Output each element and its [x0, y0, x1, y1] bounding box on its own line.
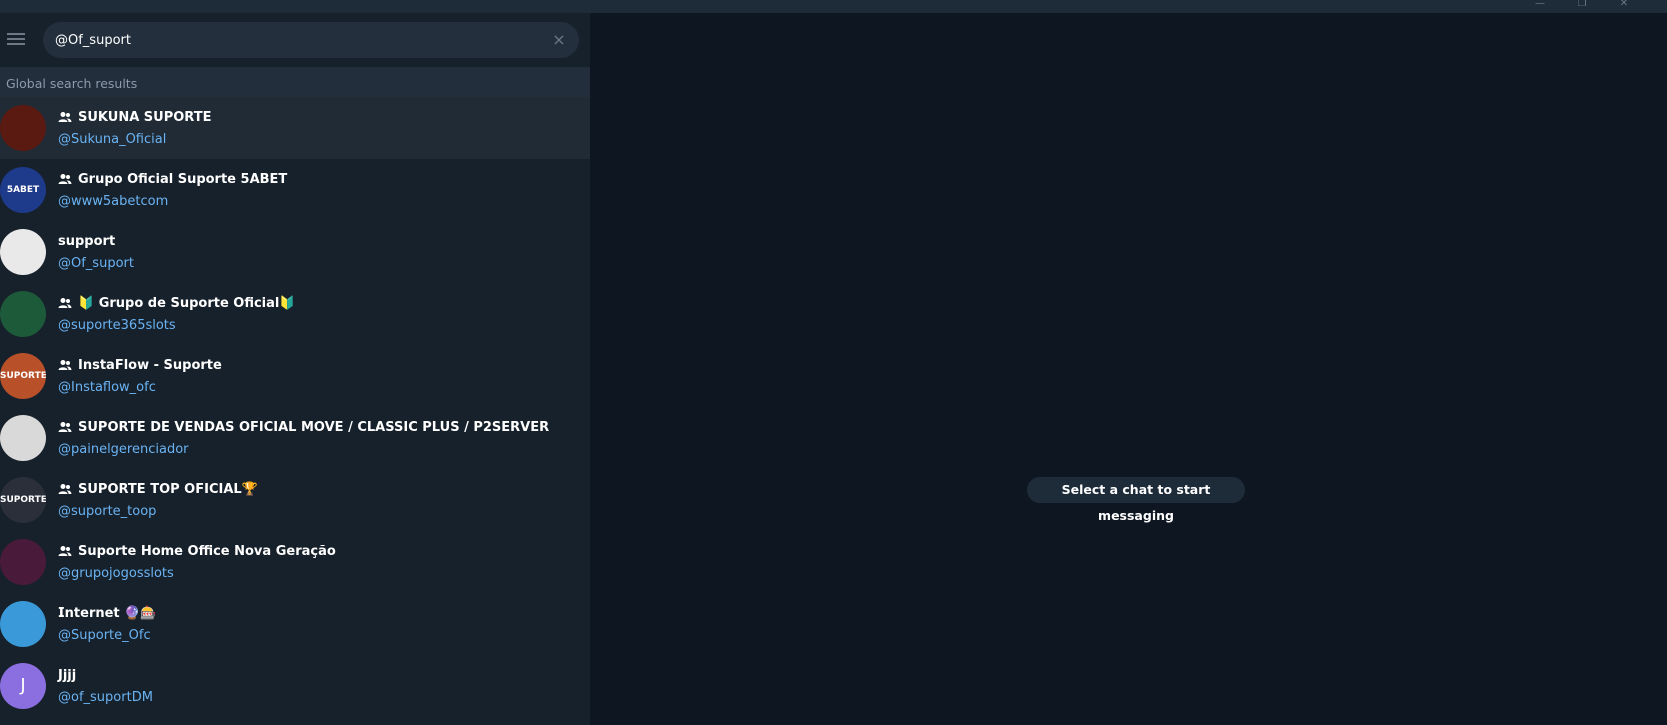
group-icon	[58, 359, 74, 371]
avatar	[0, 229, 46, 275]
search-box: ×	[43, 22, 579, 58]
sidebar: × Global search results SUKUNA SUPORTE @S…	[0, 13, 590, 725]
search-result-item[interactable]: support @Of_suport	[0, 221, 590, 283]
result-username: @Of_suport	[58, 256, 134, 271]
search-result-item[interactable]: SUKUNA SUPORTE @Sukuna_Oficial	[0, 97, 590, 159]
result-title: support	[58, 232, 115, 250]
group-icon	[58, 483, 74, 495]
result-title: 𝗜𝗻𝘁𝗲𝗿𝗻𝗲𝘁 🔮🎰	[58, 604, 157, 622]
hamburger-menu-icon[interactable]	[4, 27, 28, 51]
avatar	[0, 601, 46, 647]
result-title: Grupo Oficial Suporte 5ABET	[58, 170, 287, 188]
result-title-text: 𝗜𝗻𝘁𝗲𝗿𝗻𝗲𝘁 🔮🎰	[58, 605, 157, 621]
result-title: 🔰 Grupo de Suporte Oficial🔰	[58, 294, 296, 312]
result-title-text: Jjjj	[58, 667, 77, 683]
result-username: @Instaflow_ofc	[58, 380, 156, 395]
result-title: SUKUNA SUPORTE	[58, 108, 211, 126]
result-username: @suporte365slots	[58, 318, 176, 333]
search-result-item[interactable]: SUPORTE DE VENDAS OFICIAL MOVE / CLASSIC…	[0, 407, 590, 469]
empty-chat-placeholder: Select a chat to start messaging	[1027, 477, 1245, 523]
avatar	[0, 291, 46, 337]
avatar: J	[0, 663, 46, 709]
group-icon	[58, 297, 74, 309]
result-username: @www5abetcom	[58, 194, 169, 209]
chat-area: Select a chat to start messaging	[590, 13, 1667, 725]
minimize-icon[interactable]: —	[1528, 0, 1552, 13]
search-result-item[interactable]: 𝗜𝗻𝘁𝗲𝗿𝗻𝗲𝘁 🔮🎰 @Suporte_Ofc	[0, 593, 590, 655]
result-title-text: SUPORTE DE VENDAS OFICIAL MOVE / CLASSIC…	[78, 419, 550, 435]
group-icon	[58, 111, 74, 123]
result-title-text: SUPORTE TOP OFICIAL🏆	[78, 481, 258, 497]
group-icon	[58, 421, 74, 433]
result-title-text: 🔰 Grupo de Suporte Oficial🔰	[78, 295, 296, 311]
clear-search-icon[interactable]: ×	[547, 28, 571, 52]
close-window-icon[interactable]: ✕	[1612, 0, 1636, 13]
result-username: @Suporte_Ofc	[58, 628, 151, 643]
avatar	[0, 105, 46, 151]
search-result-item[interactable]: 🔰 Grupo de Suporte Oficial🔰 @suporte365sl…	[0, 283, 590, 345]
search-result-item[interactable]: SUPORTE InstaFlow - Suporte @Instaflow_ofc	[0, 345, 590, 407]
search-result-item[interactable]: J Jjjj @of_suportDM	[0, 655, 590, 717]
window-titlebar: — ❐ ✕	[0, 0, 1667, 13]
result-title-text: support	[58, 233, 116, 249]
result-username: @suporte_toop	[58, 504, 157, 519]
section-header-label: Global search results	[6, 76, 138, 91]
result-title: SUPORTE TOP OFICIAL🏆	[58, 480, 258, 498]
search-result-item[interactable]: Suporte Home Office Nova Geração @grupojo…	[0, 531, 590, 593]
search-result-item[interactable]: 5ABET Grupo Oficial Suporte 5ABET @www5abe…	[0, 159, 590, 221]
search-result-item[interactable]: SUPORTE SUPORTE TOP OFICIAL🏆 @suporte_toop	[0, 469, 590, 531]
global-search-header: Global search results	[0, 67, 590, 97]
result-title: Jjjj	[58, 666, 76, 684]
result-title-text: InstaFlow - Suporte	[78, 357, 222, 373]
avatar: SUPORTE	[0, 353, 46, 399]
result-title-text: Grupo Oficial Suporte 5ABET	[78, 171, 288, 187]
avatar: 5ABET	[0, 167, 46, 213]
sidebar-topbar: ×	[0, 13, 590, 67]
search-input[interactable]	[55, 30, 535, 50]
result-username: @grupojogosslots	[58, 566, 174, 581]
group-icon	[58, 545, 74, 557]
avatar	[0, 415, 46, 461]
avatar: SUPORTE	[0, 477, 46, 523]
result-title: Suporte Home Office Nova Geração	[58, 542, 336, 560]
group-icon	[58, 173, 74, 185]
result-username: @of_suportDM	[58, 690, 153, 705]
result-title: SUPORTE DE VENDAS OFICIAL MOVE / CLASSIC…	[58, 418, 549, 436]
result-title: InstaFlow - Suporte	[58, 356, 222, 374]
result-username: @painelgerenciador	[58, 442, 189, 457]
avatar	[0, 539, 46, 585]
result-username: @Sukuna_Oficial	[58, 132, 167, 147]
search-results-list: SUKUNA SUPORTE @Sukuna_Oficial 5ABET Grupo …	[0, 97, 590, 717]
result-title-text: Suporte Home Office Nova Geração	[78, 543, 336, 559]
result-title-text: SUKUNA SUPORTE	[78, 109, 212, 125]
maximize-icon[interactable]: ❐	[1570, 0, 1594, 13]
